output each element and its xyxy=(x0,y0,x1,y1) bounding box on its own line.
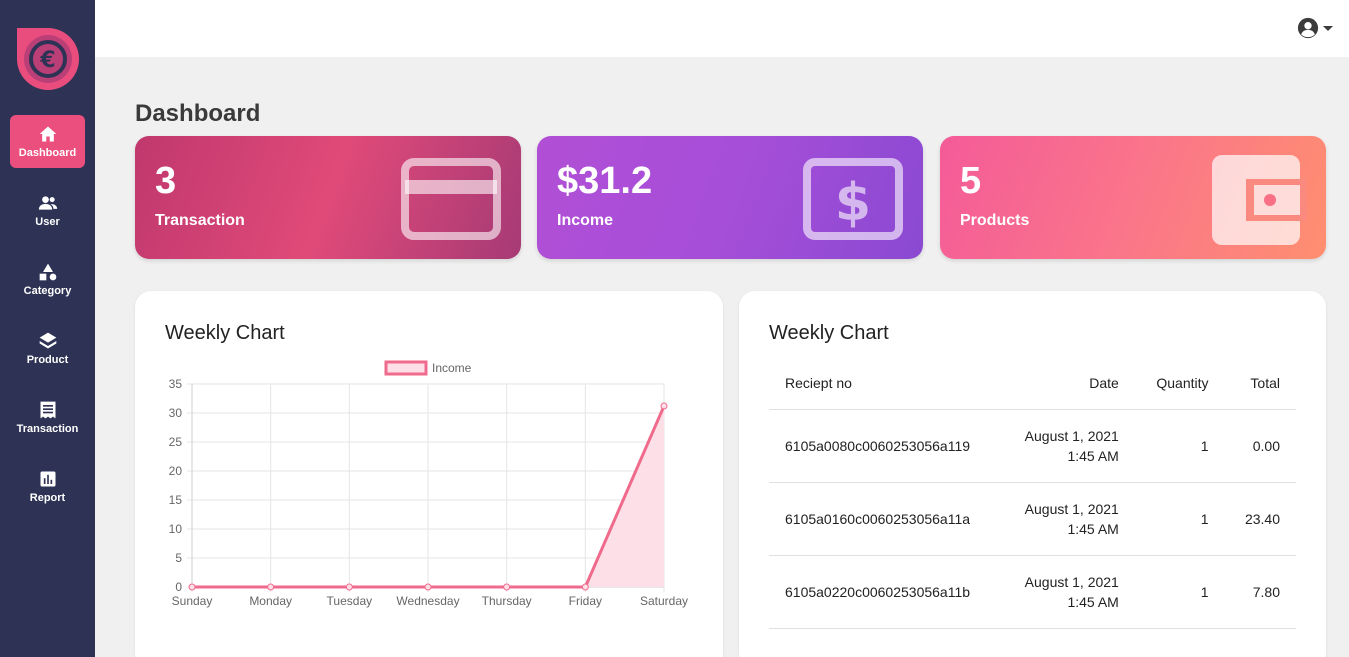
column-header-total[interactable]: Total xyxy=(1224,358,1296,410)
y-tick-label: 10 xyxy=(169,522,183,536)
y-tick-label: 15 xyxy=(169,493,183,507)
users-icon xyxy=(38,196,57,210)
income-point xyxy=(188,583,196,591)
svg-text:€: € xyxy=(39,48,55,73)
y-tick-label: 25 xyxy=(169,435,183,449)
sidebar-item-user[interactable]: User xyxy=(10,184,85,237)
panel-title: Weekly Chart xyxy=(769,322,889,344)
quantity-cell: 1 xyxy=(1134,409,1225,483)
wallet-icon xyxy=(1212,155,1306,245)
time-text: 1:45 AM xyxy=(1067,447,1119,464)
sidebar-item-label: Dashboard xyxy=(18,147,77,159)
income-point xyxy=(503,583,511,591)
chart-bar-icon xyxy=(40,471,55,487)
table-row[interactable]: 6105a0220c0060253056a11b August 1, 2021 1… xyxy=(769,555,1296,629)
user-circle-icon xyxy=(1297,17,1319,39)
y-tick-label: 5 xyxy=(175,551,182,565)
sidebar-item-label: Transaction xyxy=(16,423,79,435)
stat-card-products: 5 Products xyxy=(940,136,1326,259)
income-point xyxy=(660,402,668,410)
legend-label: Income xyxy=(432,361,472,375)
weekly-table-panel: Weekly Chart Reciept no Date Quantity To… xyxy=(739,291,1326,657)
time-text: 1:45 AM xyxy=(1067,593,1119,610)
column-header-date[interactable]: Date xyxy=(1000,358,1135,410)
stat-card-income: $31.2 Income $ xyxy=(537,136,923,259)
x-tick-label: Tuesday xyxy=(327,594,373,608)
income-point xyxy=(267,583,275,591)
receipt-cell: 6105a0080c0060253056a119 xyxy=(769,409,1001,483)
x-tick-label: Wednesday xyxy=(396,594,459,608)
user-menu-button[interactable] xyxy=(1297,17,1333,39)
x-tick-label: Monday xyxy=(249,594,292,608)
sidebar-item-transaction[interactable]: Transaction xyxy=(10,391,85,444)
app-logo[interactable]: € xyxy=(17,28,79,90)
date-text: August 1, 2021 xyxy=(1024,500,1119,517)
x-tick-label: Saturday xyxy=(640,594,688,608)
column-header-receipt[interactable]: Reciept no xyxy=(769,358,1001,410)
receipt-icon xyxy=(40,401,55,419)
stat-card-transaction: 3 Transaction xyxy=(135,136,521,259)
total-cell: 0.00 xyxy=(1224,409,1296,483)
date-cell: August 1, 2021 1:45 AM xyxy=(1000,482,1135,556)
income-point xyxy=(581,583,589,591)
y-tick-label: 20 xyxy=(169,464,183,478)
income-line-chart: 0 5 10 15 20 25 30 35 Sunday Monday Tuesday Wednesd… xyxy=(169,360,688,608)
date-text: August 1, 2021 xyxy=(1024,573,1119,590)
time-text: 1:45 AM xyxy=(1067,520,1119,537)
x-tick-label: Thursday xyxy=(482,594,532,608)
sidebar-item-label: Category xyxy=(23,285,72,297)
x-tick-label: Sunday xyxy=(172,594,213,608)
receipt-cell: 6105a0160c0060253056a11a xyxy=(769,482,1001,556)
credit-card-icon xyxy=(401,158,501,240)
dollar-box-icon: $ xyxy=(803,158,903,240)
total-cell: 7.80 xyxy=(1224,555,1296,629)
stat-value: 3 xyxy=(155,160,177,202)
shapes-icon xyxy=(39,263,56,281)
quantity-cell: 1 xyxy=(1134,555,1225,629)
home-icon xyxy=(39,126,56,142)
sidebar-item-label: Product xyxy=(26,354,69,366)
sidebar: € Dashboard User Category Product Transa… xyxy=(0,0,95,657)
date-text: August 1, 2021 xyxy=(1024,427,1119,444)
income-point xyxy=(424,583,432,591)
table-row[interactable]: 6105a0080c0060253056a119 August 1, 2021 1… xyxy=(769,409,1296,483)
transaction-table: Reciept no Date Quantity Total 6105a0080… xyxy=(769,358,1296,629)
layers-icon xyxy=(39,332,56,349)
stat-value: $31.2 xyxy=(557,160,653,202)
sidebar-item-product[interactable]: Product xyxy=(10,322,85,375)
weekly-chart-panel: Weekly Chart 0 5 10 15 20 25 30 35 Sunday Monday T… xyxy=(135,291,723,657)
y-tick-label: 35 xyxy=(169,377,183,391)
column-header-quantity[interactable]: Quantity xyxy=(1134,358,1225,410)
y-tick-label: 0 xyxy=(175,580,182,594)
svg-text:$: $ xyxy=(835,173,871,233)
date-cell: August 1, 2021 1:45 AM xyxy=(1000,555,1135,629)
stat-label: Products xyxy=(960,212,1030,229)
table-row[interactable]: 6105a0160c0060253056a11a August 1, 2021 1… xyxy=(769,482,1296,556)
sidebar-item-label: Report xyxy=(29,492,66,504)
x-tick-label: Friday xyxy=(569,594,602,608)
stat-label: Transaction xyxy=(155,212,245,229)
total-cell: 23.40 xyxy=(1224,482,1296,556)
sidebar-item-label: User xyxy=(35,216,60,228)
page-title: Dashboard xyxy=(135,100,261,127)
sidebar-item-report[interactable]: Report xyxy=(10,460,85,513)
sidebar-item-dashboard[interactable]: Dashboard xyxy=(10,115,85,168)
date-cell: August 1, 2021 1:45 AM xyxy=(1000,409,1135,483)
stat-label: Income xyxy=(557,212,614,229)
top-bar xyxy=(95,0,1349,57)
income-point xyxy=(345,583,353,591)
quantity-cell: 1 xyxy=(1134,482,1225,556)
receipt-cell: 6105a0220c0060253056a11b xyxy=(769,555,1001,629)
y-tick-label: 30 xyxy=(169,406,183,420)
sidebar-item-category[interactable]: Category xyxy=(10,253,85,306)
stat-value: 5 xyxy=(960,160,982,202)
caret-down-icon xyxy=(1323,26,1333,31)
legend-swatch xyxy=(384,360,428,376)
table-header-row: Reciept no Date Quantity Total xyxy=(769,358,1296,410)
